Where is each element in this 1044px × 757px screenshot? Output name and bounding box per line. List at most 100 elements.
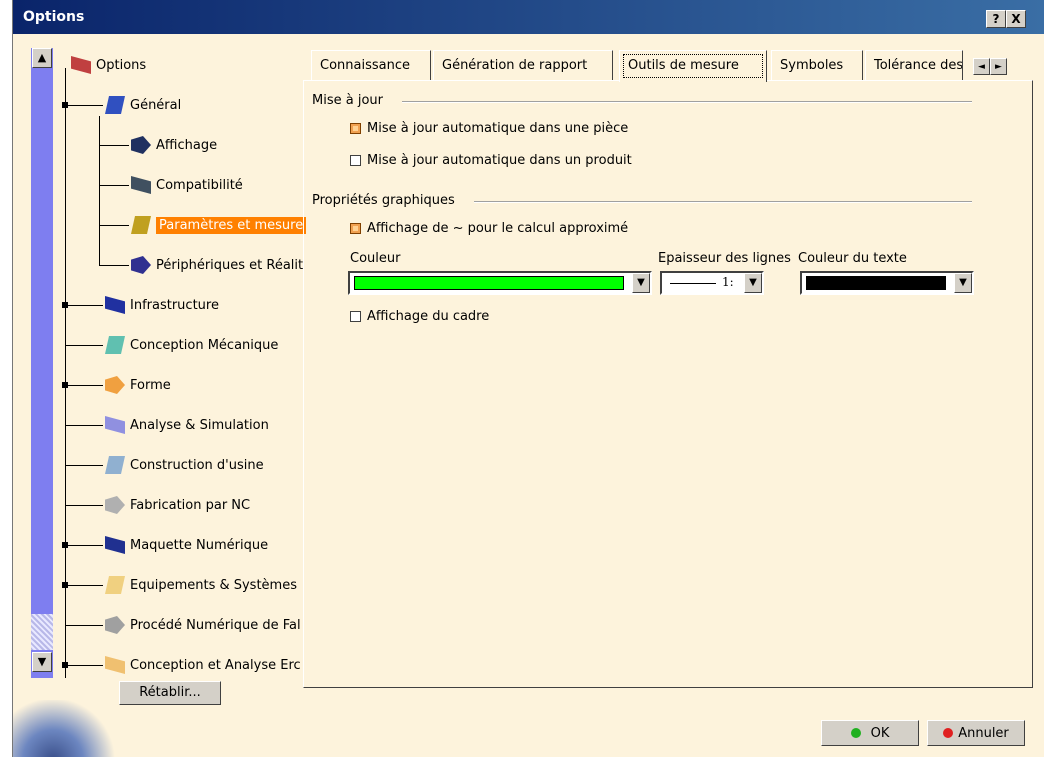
infrastructure-icon: [105, 296, 125, 314]
tree-item[interactable]: Options: [71, 54, 146, 76]
tree-scrollbar[interactable]: ▲ ▼: [31, 48, 53, 678]
tree-item-label: Fabrication par NC: [130, 497, 251, 513]
scroll-up-icon[interactable]: ▲: [32, 48, 52, 68]
compatibility-icon: [131, 176, 151, 194]
tree-connector: [65, 545, 103, 546]
checkbox-box[interactable]: [350, 223, 361, 234]
color-swatch: [354, 276, 624, 290]
window-title: Options: [23, 9, 85, 25]
nc-icon: [105, 496, 125, 514]
tree-item-label: Paramètres et mesure: [156, 216, 307, 234]
chevron-down-icon[interactable]: ▼: [954, 273, 972, 293]
auto-update-part-checkbox[interactable]: Mise à jour automatique dans une pièce: [350, 121, 628, 136]
color-dropdown[interactable]: ▼: [348, 271, 652, 295]
plant-icon: [105, 456, 125, 474]
tree-item[interactable]: Conception Mécanique: [105, 334, 278, 356]
tree-item[interactable]: Général: [105, 94, 181, 116]
expand-icon[interactable]: [62, 102, 68, 108]
scroll-down-icon[interactable]: ▼: [32, 652, 52, 672]
line-thickness-dropdown[interactable]: 1: ▼: [660, 271, 764, 295]
tree-item[interactable]: Forme: [105, 374, 171, 396]
cancel-button[interactable]: Annuler: [927, 720, 1025, 746]
tab-generation-rapport[interactable]: Génération de rapport: [433, 50, 613, 80]
tree-item[interactable]: Fabrication par NC: [105, 494, 250, 516]
checkbox-label: Mise à jour automatique dans une pièce: [367, 121, 629, 136]
background-decoration: [13, 700, 133, 757]
approx-display-checkbox[interactable]: Affichage de ~ pour le calcul approximé: [350, 221, 628, 236]
tree-connector: [99, 116, 100, 266]
chevron-down-icon[interactable]: ▼: [744, 273, 762, 293]
expand-icon[interactable]: [62, 382, 68, 388]
frame-display-checkbox[interactable]: Affichage du cadre: [350, 309, 489, 324]
tree-item[interactable]: Paramètres et mesure: [131, 214, 307, 236]
tree-connector: [65, 505, 103, 506]
process-icon: [105, 616, 125, 634]
expand-icon[interactable]: [62, 542, 68, 548]
tree-item[interactable]: Analyse & Simulation: [105, 414, 269, 436]
tab-tolerance[interactable]: Tolérance des: [865, 50, 963, 80]
tree-item-label: Equipements & Systèmes: [130, 577, 297, 593]
checkbox-box[interactable]: [350, 311, 361, 322]
tree-item[interactable]: Construction d'usine: [105, 454, 264, 476]
tree-connector: [65, 585, 103, 586]
tab-outils-de-mesure[interactable]: Outils de mesure: [619, 50, 767, 82]
tab-next-icon[interactable]: ►: [990, 58, 1007, 75]
tree-item[interactable]: Equipements & Systèmes: [105, 574, 297, 596]
tree-connector: [65, 105, 103, 106]
parameters-icon: [131, 216, 151, 234]
tab-connaissance[interactable]: Connaissance: [311, 50, 431, 80]
ok-label: OK: [870, 725, 890, 741]
tree-connector: [65, 345, 103, 346]
ok-button[interactable]: OK: [821, 720, 919, 746]
tree-item[interactable]: Conception et Analyse Erc: [105, 654, 301, 676]
tab-navigation: ◄ ►: [973, 58, 1007, 75]
help-button[interactable]: ?: [986, 10, 1006, 28]
chevron-down-icon[interactable]: ▼: [632, 273, 650, 293]
tree-item-label: Conception et Analyse Erc: [130, 657, 301, 673]
tab-prev-icon[interactable]: ◄: [973, 58, 990, 75]
options-icon: [71, 56, 91, 74]
digital-mockup-icon: [105, 536, 125, 554]
mechanical-design-icon: [105, 336, 125, 354]
expand-icon[interactable]: [62, 582, 68, 588]
tree-item-label: Périphériques et Réalit: [156, 257, 304, 273]
tree-item-label: Affichage: [156, 137, 218, 153]
cancel-label: Annuler: [958, 725, 1009, 741]
color-label: Couleur: [350, 251, 401, 266]
scroll-thumb[interactable]: [31, 614, 53, 650]
line-thickness-value: 1:: [722, 275, 734, 289]
tree-connector: [65, 425, 103, 426]
general-icon: [105, 96, 125, 114]
tree-item[interactable]: Infrastructure: [105, 294, 219, 316]
tree-connector: [65, 625, 103, 626]
text-color-dropdown[interactable]: ▼: [800, 271, 974, 295]
tree-item-label: Conception Mécanique: [130, 337, 279, 353]
tab-symboles[interactable]: Symboles: [771, 50, 863, 80]
tree-item-label: Compatibilité: [156, 177, 243, 193]
devices-icon: [131, 256, 151, 274]
graphics-group-title: Propriétés graphiques: [312, 193, 455, 208]
checkbox-label: Affichage du cadre: [367, 309, 490, 324]
expand-icon[interactable]: [62, 662, 68, 668]
tree-item-label: Procédé Numérique de Fal: [130, 617, 301, 633]
tree-item[interactable]: Périphériques et Réalit: [131, 254, 303, 276]
checkbox-box[interactable]: [350, 155, 361, 166]
tree-item[interactable]: Procédé Numérique de Fal: [105, 614, 301, 636]
tree-item-label: Analyse & Simulation: [130, 417, 269, 433]
tree-connector: [99, 145, 129, 146]
expand-icon[interactable]: [62, 302, 68, 308]
tree-item[interactable]: Maquette Numérique: [105, 534, 268, 556]
analysis-icon: [105, 416, 125, 434]
close-button[interactable]: X: [1006, 10, 1026, 28]
text-color-swatch: [806, 276, 946, 290]
tree-connector: [65, 305, 103, 306]
title-bar: Options ? X: [13, 0, 1044, 34]
tree-item-label: Infrastructure: [130, 297, 219, 313]
auto-update-product-checkbox[interactable]: Mise à jour automatique dans un produit: [350, 153, 632, 168]
tree-item[interactable]: Compatibilité: [131, 174, 243, 196]
checkbox-label: Mise à jour automatique dans un produit: [367, 153, 632, 168]
checkbox-box[interactable]: [350, 123, 361, 134]
tree-item[interactable]: Affichage: [131, 134, 217, 156]
reset-button[interactable]: Rétablir...: [119, 681, 221, 705]
display-icon: [131, 136, 151, 154]
